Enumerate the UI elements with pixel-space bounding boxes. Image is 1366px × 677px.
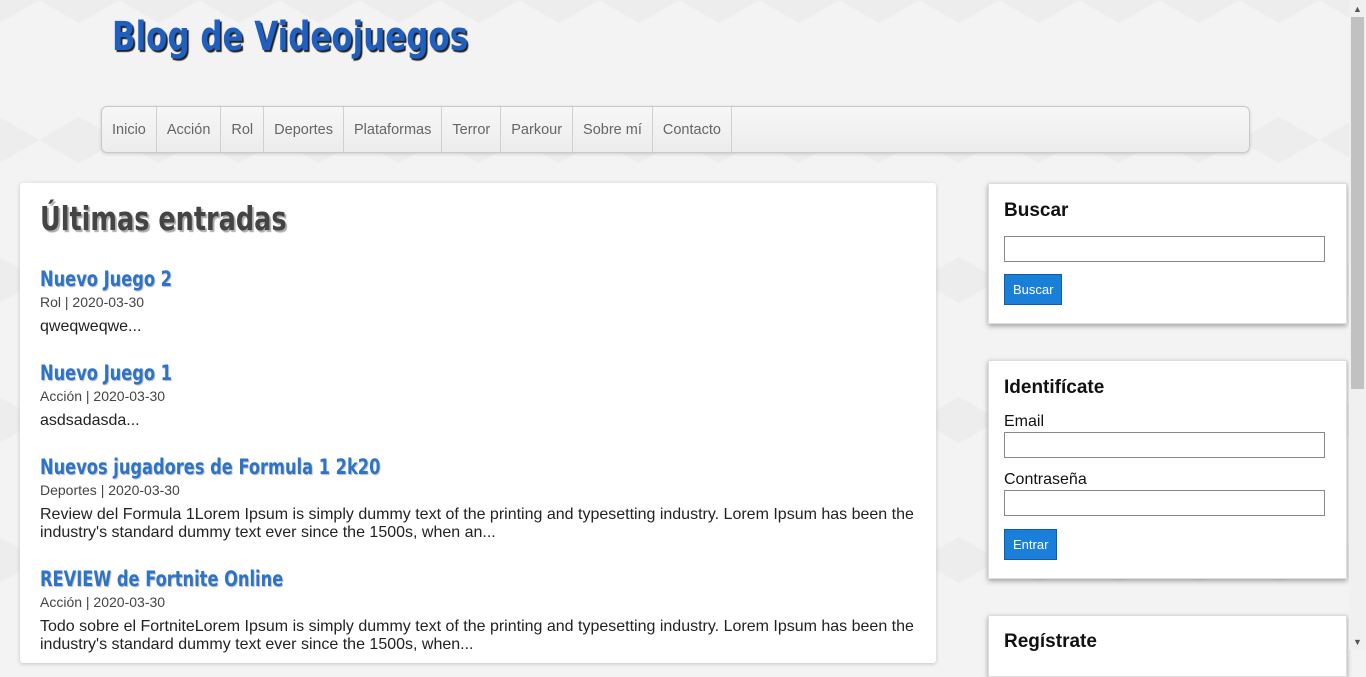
nav-item-accion[interactable]: Acción (157, 107, 222, 152)
email-label: Email (1004, 413, 1045, 430)
search-input[interactable] (1004, 236, 1325, 262)
scroll-up-icon[interactable]: ▲ (1349, 0, 1366, 17)
register-widget: Regístrate (988, 615, 1347, 677)
password-field[interactable] (1004, 490, 1325, 516)
password-label: Contraseña (1004, 471, 1087, 488)
nav-item-rol[interactable]: Rol (221, 107, 265, 152)
login-widget: Identifícate Email Contraseña Entrar (988, 360, 1347, 579)
scroll-down-icon[interactable]: ▼ (1349, 633, 1366, 650)
site-title[interactable]: Blog de Videojuegos (112, 14, 468, 60)
search-widget: Buscar Buscar (988, 183, 1347, 324)
nav-item-inicio[interactable]: Inicio (102, 107, 157, 152)
post-title-link[interactable]: Nuevos jugadores de Formula 1 2k20 (40, 455, 797, 479)
latest-posts-heading: Últimas entradas (40, 199, 287, 238)
nav-item-terror[interactable]: Terror (442, 107, 502, 152)
scroll-thumb[interactable] (1351, 17, 1364, 389)
post-meta: Acción | 2020-03-30 (40, 594, 166, 610)
post-title-link[interactable]: Nuevo Juego 2 (40, 267, 797, 291)
nav-item-plataformas[interactable]: Plataformas (344, 107, 443, 152)
post-excerpt: asdsadasda... (40, 412, 140, 429)
post-item: Nuevo Juego 2 Rol | 2020-03-30 qweqweqwe… (40, 267, 920, 336)
post-excerpt: Review del Formula 1Lorem Ipsum is simpl… (40, 506, 914, 541)
latest-posts-panel: Últimas entradas Nuevo Juego 2 Rol | 202… (20, 183, 936, 663)
post-meta: Acción | 2020-03-30 (40, 388, 166, 404)
post-item: REVIEW de Fortnite Online Acción | 2020-… (40, 567, 920, 654)
post-excerpt: qweqweqwe... (40, 318, 142, 335)
post-item: Nuevo Juego 1 Acción | 2020-03-30 asdsad… (40, 361, 920, 430)
nav-item-contacto[interactable]: Contacto (653, 107, 732, 152)
search-button[interactable]: Buscar (1004, 274, 1063, 305)
main-nav: Inicio Acción Rol Deportes Plataformas T… (101, 106, 1250, 153)
post-meta: Rol | 2020-03-30 (40, 294, 145, 310)
nav-item-sobre-mi[interactable]: Sobre mí (573, 107, 653, 152)
page-scrollbar[interactable]: ▲ ▼ (1349, 0, 1366, 650)
post-title-link[interactable]: Nuevo Juego 1 (40, 361, 797, 385)
post-item: Nuevos jugadores de Formula 1 2k20 Depor… (40, 455, 920, 542)
post-meta: Deportes | 2020-03-30 (40, 482, 180, 498)
post-excerpt: Todo sobre el FortniteLorem Ipsum is sim… (40, 618, 914, 653)
nav-item-parkour[interactable]: Parkour (501, 107, 574, 152)
post-title-link[interactable]: REVIEW de Fortnite Online (40, 567, 797, 591)
email-field[interactable] (1004, 432, 1325, 458)
login-widget-title: Identifícate (1004, 377, 1105, 398)
search-widget-title: Buscar (1004, 200, 1069, 221)
nav-item-deportes[interactable]: Deportes (264, 107, 344, 152)
login-button[interactable]: Entrar (1004, 529, 1058, 560)
